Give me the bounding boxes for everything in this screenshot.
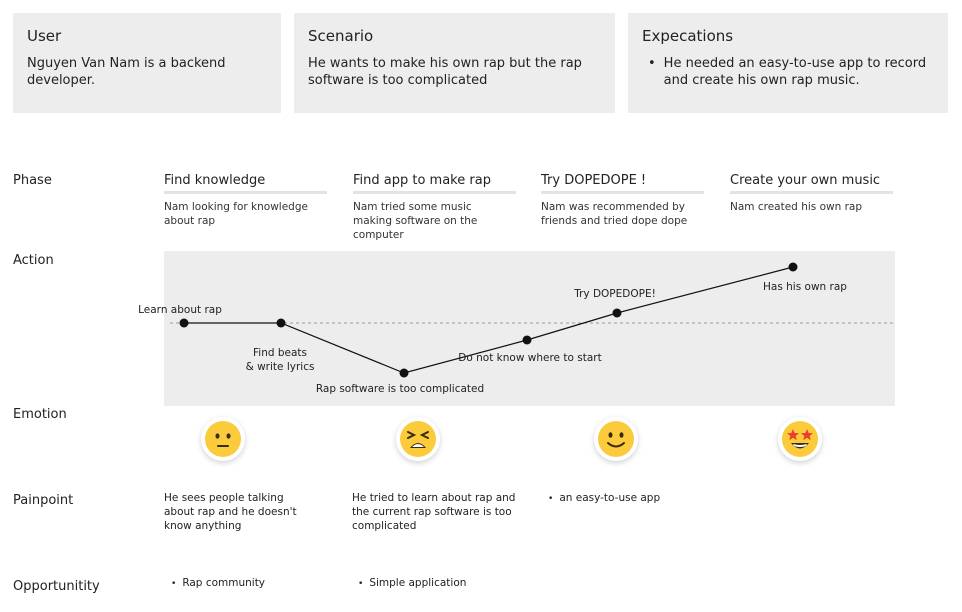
point-label: Has his own rap	[763, 281, 847, 293]
point-label: Rap software is too complicated	[315, 383, 485, 395]
point-label: Find beats & write lyrics	[245, 347, 315, 373]
journey-point-3	[399, 368, 409, 378]
journey-point-5	[612, 308, 622, 318]
star-struck-face-icon	[778, 417, 822, 461]
point-label: Learn about rap	[138, 304, 222, 316]
journey-point-6	[788, 262, 798, 272]
opportunity-text: Simple application	[369, 577, 467, 589]
journey-point-4	[522, 335, 532, 345]
opportunity-item: Simple application	[358, 577, 466, 589]
painpoint-text: He tried to learn about rap and the curr…	[352, 492, 516, 532]
point-label: Try DOPEDOPE!	[574, 288, 656, 300]
opportunity-text: Rap community	[182, 577, 266, 589]
painpoint-text: He sees people talking about rap and he …	[164, 492, 297, 532]
point-label: Do not know where to start	[458, 352, 602, 364]
painpoint-bullet-text: an easy-to-use app	[559, 492, 661, 504]
journey-point-2	[276, 318, 286, 328]
slightly-smiling-face-icon	[594, 417, 638, 461]
opportunity-item: Rap community	[171, 577, 265, 589]
journey-point-1	[179, 318, 189, 328]
painpoint-text: an easy-to-use app	[548, 491, 718, 506]
tired-face-icon	[396, 417, 440, 461]
neutral-face-icon	[201, 417, 245, 461]
